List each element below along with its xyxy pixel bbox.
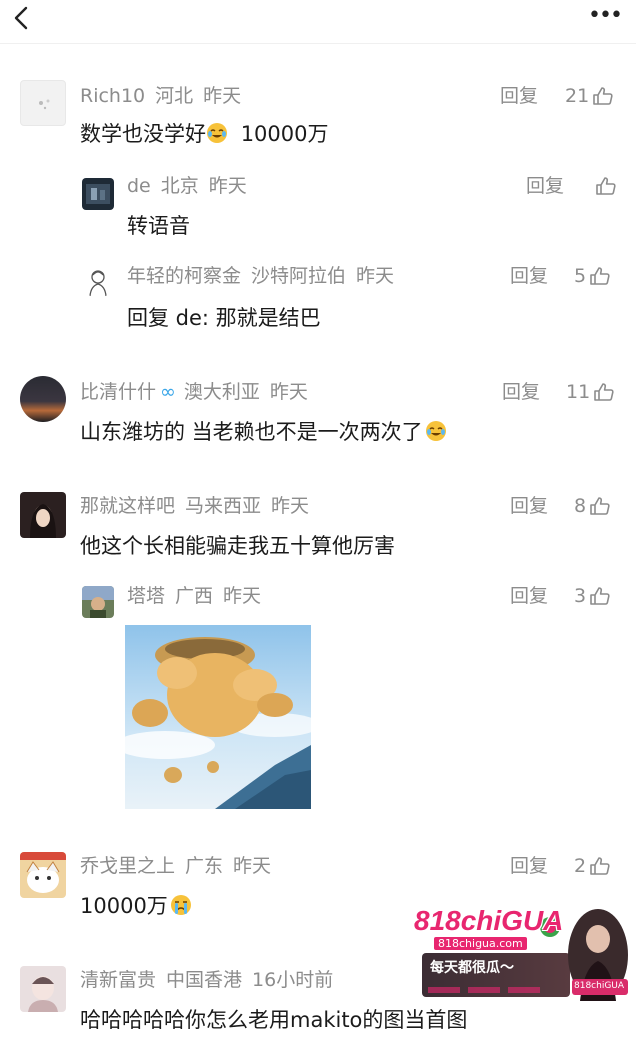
comment-meta: 清新富贵 中国香港 16小时前 bbox=[80, 968, 343, 992]
avatar[interactable] bbox=[20, 80, 66, 126]
watermark-site: 818chigua.com bbox=[434, 937, 527, 950]
reply-button[interactable]: 回复 bbox=[510, 584, 548, 608]
like-button[interactable]: 2 bbox=[574, 854, 612, 878]
timestamp: 昨天 bbox=[233, 855, 272, 877]
reply-button[interactable]: 回复 bbox=[502, 380, 540, 404]
username[interactable]: 那就这样吧 bbox=[80, 495, 175, 517]
timestamp: 昨天 bbox=[269, 381, 308, 403]
thumbs-up-icon bbox=[590, 497, 610, 515]
timestamp: 16小时前 bbox=[252, 969, 334, 991]
thumbs-up-icon bbox=[590, 857, 610, 875]
like-button[interactable]: 8 bbox=[574, 494, 612, 518]
location: 澳大利亚 bbox=[183, 381, 260, 403]
reply-button[interactable]: 回复 bbox=[500, 84, 538, 108]
thumbs-up-icon bbox=[596, 177, 616, 195]
like-count: 21 bbox=[565, 85, 590, 107]
location: 北京 bbox=[160, 175, 199, 197]
avatar[interactable] bbox=[20, 492, 66, 538]
avatar[interactable] bbox=[20, 376, 66, 422]
back-button[interactable] bbox=[8, 2, 36, 34]
comment-meta: de 北京 昨天 bbox=[127, 174, 257, 198]
like-button[interactable]: 3 bbox=[574, 584, 612, 608]
like-button[interactable]: 5 bbox=[574, 264, 612, 288]
username[interactable]: de bbox=[127, 175, 151, 197]
timestamp: 昨天 bbox=[203, 85, 242, 107]
avatar[interactable] bbox=[20, 852, 66, 898]
avatar[interactable] bbox=[82, 178, 114, 210]
comment-meta: 比清什什 ∞ 澳大利亚 昨天 bbox=[80, 380, 318, 404]
username[interactable]: 年轻的柯察金 bbox=[127, 265, 241, 287]
like-button[interactable]: 21 bbox=[565, 84, 615, 108]
username[interactable]: 比清什什 bbox=[80, 381, 156, 403]
watermark-ad: 818chiGUA 818chigua.com 每天都很瓜～ 818chiGUA bbox=[412, 905, 628, 1001]
username[interactable]: 清新富贵 bbox=[80, 969, 156, 991]
timestamp: 昨天 bbox=[271, 495, 310, 517]
watermark-badge: 818chiGUA bbox=[574, 981, 625, 991]
top-bar: ••• bbox=[0, 0, 636, 44]
comment-meta: 塔塔 广西 昨天 bbox=[127, 584, 271, 608]
username[interactable]: 乔戈里之上 bbox=[80, 855, 175, 877]
like-count: 5 bbox=[574, 265, 587, 287]
thumbs-up-icon bbox=[594, 383, 614, 401]
thumbs-up-icon bbox=[593, 87, 613, 105]
like-count: 3 bbox=[574, 585, 587, 607]
avatar[interactable] bbox=[20, 966, 66, 1012]
more-button[interactable]: ••• bbox=[588, 3, 623, 28]
username[interactable]: Rich10 bbox=[80, 85, 145, 107]
comment-meta: 年轻的柯察金 沙特阿拉伯 昨天 bbox=[127, 264, 404, 288]
timestamp: 昨天 bbox=[223, 585, 262, 607]
timestamp: 昨天 bbox=[208, 175, 247, 197]
chevron-left-icon bbox=[14, 6, 28, 30]
username[interactable]: 塔塔 bbox=[127, 585, 165, 607]
avatar[interactable] bbox=[82, 266, 114, 298]
comment-text: 转语音 bbox=[127, 214, 190, 238]
location: 沙特阿拉伯 bbox=[251, 265, 347, 287]
like-count: 2 bbox=[574, 855, 587, 877]
reply-button[interactable]: 回复 bbox=[510, 264, 548, 288]
thumbs-up-icon bbox=[590, 587, 610, 605]
crying-laughing-emoji bbox=[207, 123, 227, 143]
reply-button[interactable]: 回复 bbox=[526, 174, 564, 198]
location: 广东 bbox=[185, 855, 224, 877]
comment-text: 回复 de: 那就是结巴 bbox=[127, 306, 321, 330]
location: 马来西亚 bbox=[185, 495, 262, 517]
like-count: 11 bbox=[566, 381, 591, 403]
comment-meta: Rich10 河北 昨天 bbox=[80, 84, 251, 108]
timestamp: 昨天 bbox=[356, 265, 395, 287]
thumbs-up-icon bbox=[590, 267, 610, 285]
like-button[interactable]: 11 bbox=[566, 380, 616, 404]
flying-bear-sticker[interactable] bbox=[125, 625, 311, 809]
comment-meta: 乔戈里之上 广东 昨天 bbox=[80, 854, 281, 878]
comment-text: 他这个长相能骗走我五十算他厉害 bbox=[80, 534, 395, 558]
more-dots-icon: ••• bbox=[588, 3, 623, 28]
comment-text: 哈哈哈哈哈你怎么老用makito的图当首图 bbox=[80, 1008, 468, 1032]
vip-badge-icon: ∞ bbox=[160, 381, 176, 403]
location: 广西 bbox=[175, 585, 214, 607]
comment-meta: 那就这样吧 马来西亚 昨天 bbox=[80, 494, 319, 518]
like-count: 8 bbox=[574, 495, 587, 517]
crying-laughing-emoji bbox=[425, 421, 446, 441]
location: 中国香港 bbox=[166, 969, 243, 991]
location: 河北 bbox=[155, 85, 194, 107]
reply-button[interactable]: 回复 bbox=[510, 854, 548, 878]
watermark-brand: 818chiGUA bbox=[414, 905, 564, 936]
crying-emoji bbox=[170, 895, 191, 915]
comment-text: 山东潍坊的 当老赖也不是一次两次了 bbox=[80, 418, 447, 446]
avatar[interactable] bbox=[82, 586, 114, 618]
comment-text: 数学也没学好 10000万 bbox=[80, 122, 329, 146]
comment-text: 10000万 bbox=[80, 892, 192, 920]
watermark-slogan: 每天都很瓜～ bbox=[430, 960, 514, 976]
like-button[interactable] bbox=[592, 174, 618, 198]
reply-button[interactable]: 回复 bbox=[510, 494, 548, 518]
